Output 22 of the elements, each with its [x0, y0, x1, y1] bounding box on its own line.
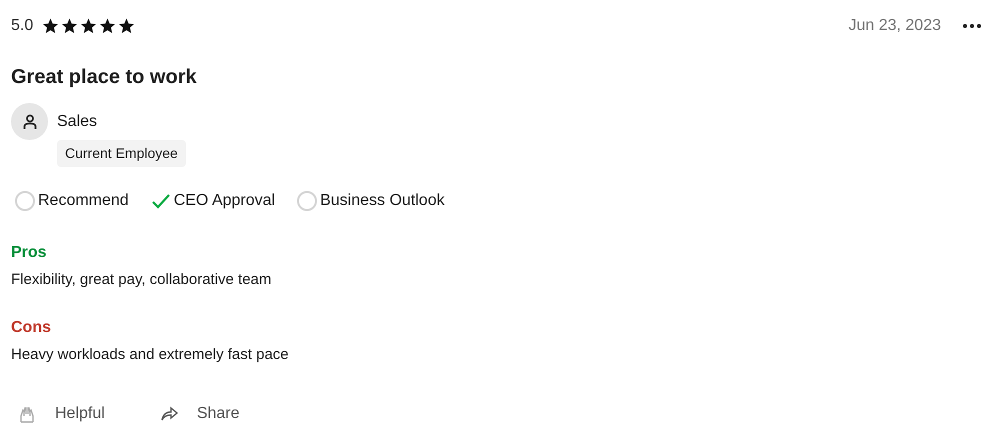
review-title: Great place to work	[11, 65, 198, 90]
employee-status: Current Employee	[57, 140, 186, 167]
star-icon	[79, 17, 98, 35]
star-icon	[41, 17, 60, 35]
indicator-label: CEO Approval	[174, 191, 276, 211]
section-text: Flexibility, great pay, collaborative team	[11, 270, 272, 290]
star-icon	[98, 17, 118, 35]
star-icon	[117, 17, 136, 35]
section-text: Heavy workloads and extremely fast pace	[11, 344, 290, 364]
reviewer-role: Sales	[57, 112, 98, 132]
person-icon	[22, 114, 36, 130]
indicator-label: Business Outlook	[320, 191, 445, 211]
action-button[interactable]: Share	[160, 400, 240, 428]
indicator-label: Recommend	[38, 191, 129, 211]
section-heading: Pros	[11, 243, 48, 263]
rating-score: 5.0	[11, 16, 34, 36]
star-icon	[60, 17, 80, 35]
share-icon	[160, 406, 179, 422]
review-date: Jun 23, 2023	[848, 16, 941, 36]
check-icon	[150, 193, 171, 209]
section-heading: Cons	[11, 318, 52, 338]
action-button[interactable]: Helpful	[17, 400, 105, 428]
